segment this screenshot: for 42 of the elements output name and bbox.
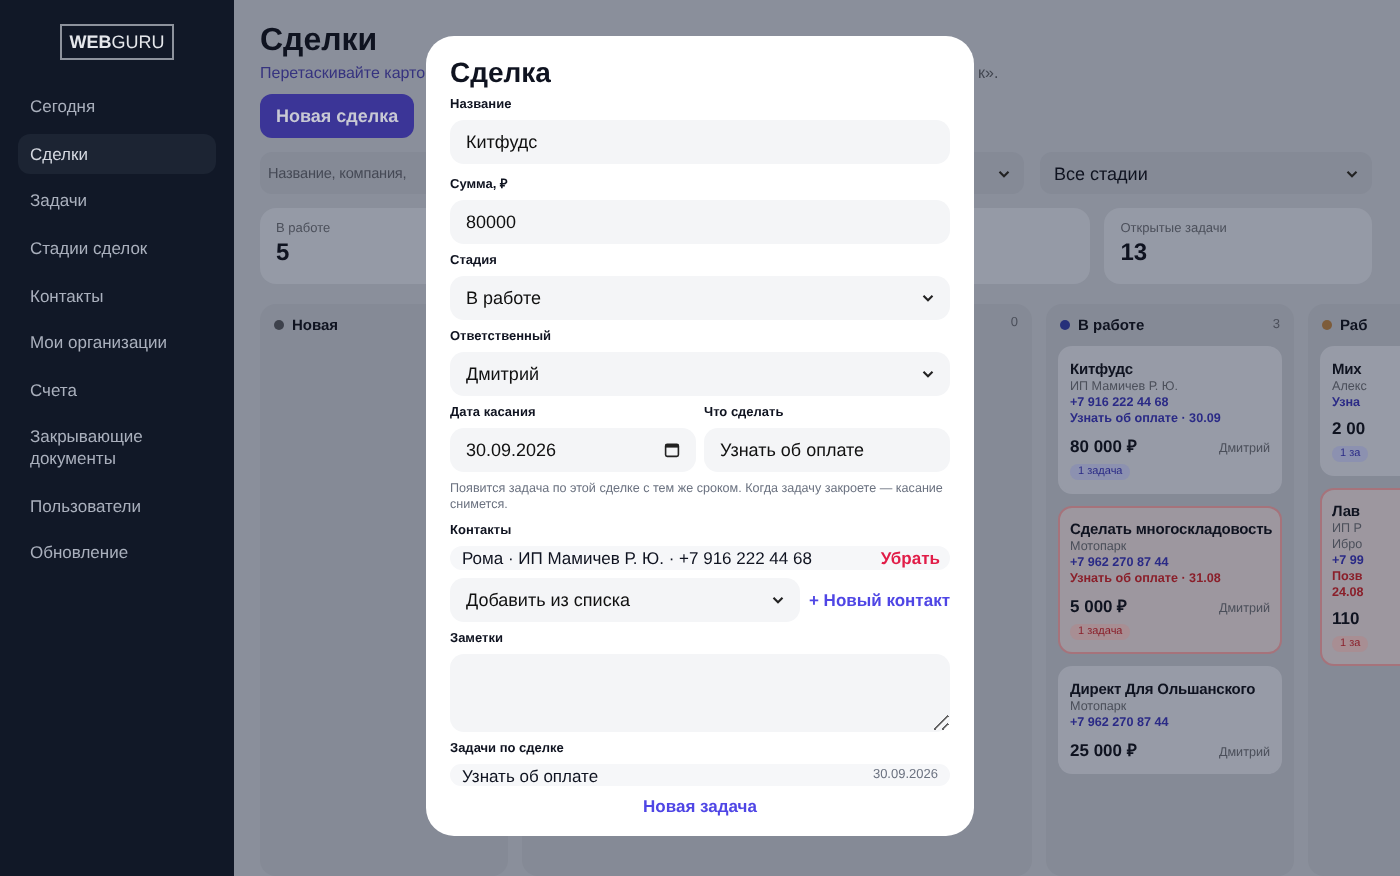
text-field[interactable]: 80000 <box>450 200 950 244</box>
chevron-down-icon <box>998 169 1010 177</box>
new-task-link[interactable]: Новая задача <box>450 796 950 816</box>
notes-field[interactable] <box>450 654 950 733</box>
deal-amount: 80 000 ₽ <box>1070 434 1137 456</box>
nav-item[interactable]: Пользователи <box>18 485 216 527</box>
chevron-down-icon <box>922 370 934 378</box>
calendar-icon[interactable] <box>664 442 680 458</box>
contact-text: Рома · ИП Мамичев Р. Ю. · +7 916 222 44 68 <box>462 548 814 569</box>
deal-amount: 5 000 ₽ <box>1070 594 1128 616</box>
nav-item[interactable]: Сегодня <box>18 86 216 128</box>
logo: WEBGURU <box>59 24 175 60</box>
stat-value: 13 <box>1120 238 1148 266</box>
select-field[interactable]: В работе <box>450 276 950 320</box>
page-subtitle: к». <box>978 64 999 82</box>
nav-item[interactable]: Обновление <box>18 532 216 574</box>
nav-item[interactable]: Стадии сделок <box>18 227 216 269</box>
modal-title: Сделка <box>450 56 553 88</box>
deal-amount: 25 000 ₽ <box>1070 738 1137 760</box>
remove-link[interactable]: Убрать <box>880 548 940 569</box>
nav-item[interactable]: Счета <box>18 369 216 411</box>
page-title: Сделки <box>260 24 380 60</box>
nav-item[interactable]: Мои организации <box>18 322 216 364</box>
nav-item[interactable]: Сделки <box>18 133 216 175</box>
new-deal-button[interactable]: Новая сделка <box>260 94 415 138</box>
action-field[interactable]: Узнать об оплате <box>704 428 950 472</box>
nav-item[interactable]: Контакты <box>18 275 216 317</box>
deal-amount: 110 <box>1332 608 1360 628</box>
select-field[interactable]: Дмитрий <box>450 352 950 396</box>
text-field[interactable]: Китфудс <box>450 120 950 164</box>
new-contact-link[interactable]: + Новый контакт <box>808 590 950 611</box>
stage-filter-select[interactable]: Все стадии <box>1040 152 1372 194</box>
chevron-down-icon <box>772 596 785 605</box>
nav-item[interactable]: Закрывающие документы <box>18 416 216 480</box>
stat-value: 5 <box>276 238 290 266</box>
chevron-down-icon <box>922 294 934 302</box>
nav-item[interactable]: Задачи <box>18 180 216 222</box>
deal-amount: 2 00 <box>1332 418 1366 438</box>
contact-select[interactable]: Добавить из списка <box>450 578 801 623</box>
page-subtitle: Перетаскивайте карто <box>260 64 426 82</box>
date-field[interactable]: 30.09.2026 <box>450 428 696 472</box>
chevron-down-icon <box>1346 169 1358 177</box>
